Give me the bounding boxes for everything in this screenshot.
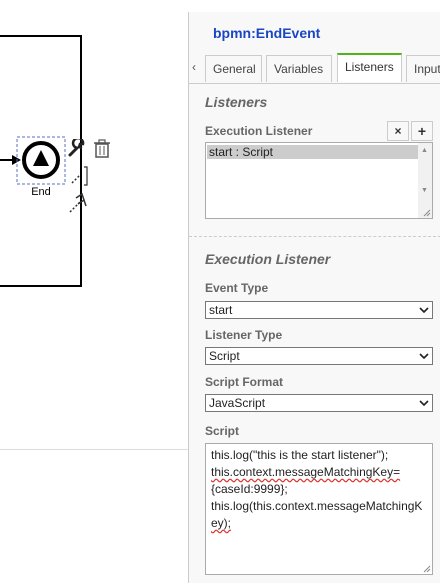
execution-listener-label: Execution Listener	[205, 124, 313, 138]
resize-grip-icon[interactable]	[423, 209, 431, 217]
list-scrollbar[interactable]: ▲ ▼	[418, 143, 432, 218]
tab-input-output[interactable]: Input/Output	[406, 55, 440, 82]
panel-title: bpmn:EndEvent	[213, 25, 321, 41]
execution-listener-heading: Execution Listener	[205, 251, 331, 267]
script-line: this.log("this is the start listener");	[211, 448, 389, 462]
section-divider	[189, 236, 440, 237]
tab-general[interactable]: General	[205, 55, 262, 82]
script-textarea[interactable]: this.log("this is the start listener"); …	[205, 443, 433, 575]
trash-icon[interactable]	[93, 139, 111, 159]
listener-type-select[interactable]: Script	[205, 347, 433, 365]
execution-listener-list[interactable]: start : Script ▲ ▼	[205, 142, 433, 219]
script-format-label: Script Format	[205, 375, 284, 389]
chevron-down-icon	[419, 400, 429, 407]
remove-listener-button[interactable]: ×	[387, 121, 409, 141]
end-event[interactable]	[22, 141, 60, 179]
event-type-value: start	[209, 303, 233, 317]
event-type-label: Event Type	[205, 281, 269, 295]
script-line: {caseId:9999};	[211, 482, 288, 496]
list-item[interactable]: start : Script	[207, 145, 419, 159]
end-event-label: End	[31, 186, 51, 198]
tabs-scroll-left-icon[interactable]: ‹	[192, 60, 196, 74]
listener-type-value: Script	[209, 349, 240, 363]
properties-panel: bpmn:EndEvent ‹ General Variables Listen…	[188, 12, 440, 583]
tabs-bar: ‹ General Variables Listeners Input/Outp…	[189, 52, 440, 84]
canvas-divider	[0, 449, 188, 450]
script-line: this.log(this.context.messageMatchingK	[211, 499, 423, 513]
diagram-svg	[0, 35, 82, 287]
script-label: Script	[205, 424, 240, 438]
resize-grip-icon[interactable]	[423, 565, 431, 573]
connect-icon[interactable]	[70, 165, 90, 187]
scroll-down-icon[interactable]: ▼	[421, 187, 428, 194]
wrench-icon[interactable]	[67, 139, 87, 159]
script-line: this.context.messageMatchingKey=	[211, 465, 401, 479]
script-line: ey);	[211, 516, 232, 530]
tab-variables[interactable]: Variables	[266, 55, 332, 82]
scroll-up-icon[interactable]: ▲	[421, 147, 428, 154]
event-type-select[interactable]: start	[205, 301, 433, 319]
script-format-select[interactable]: JavaScript	[205, 394, 433, 412]
listeners-heading: Listeners	[205, 94, 268, 110]
listener-type-label: Listener Type	[205, 328, 283, 342]
chevron-down-icon	[419, 353, 429, 360]
diagram-canvas[interactable]: End	[0, 0, 188, 583]
more-icon[interactable]	[68, 192, 90, 214]
script-format-value: JavaScript	[209, 396, 266, 410]
chevron-down-icon	[419, 307, 429, 314]
add-listener-button[interactable]: +	[411, 121, 433, 141]
tab-listeners[interactable]: Listeners	[337, 53, 402, 82]
